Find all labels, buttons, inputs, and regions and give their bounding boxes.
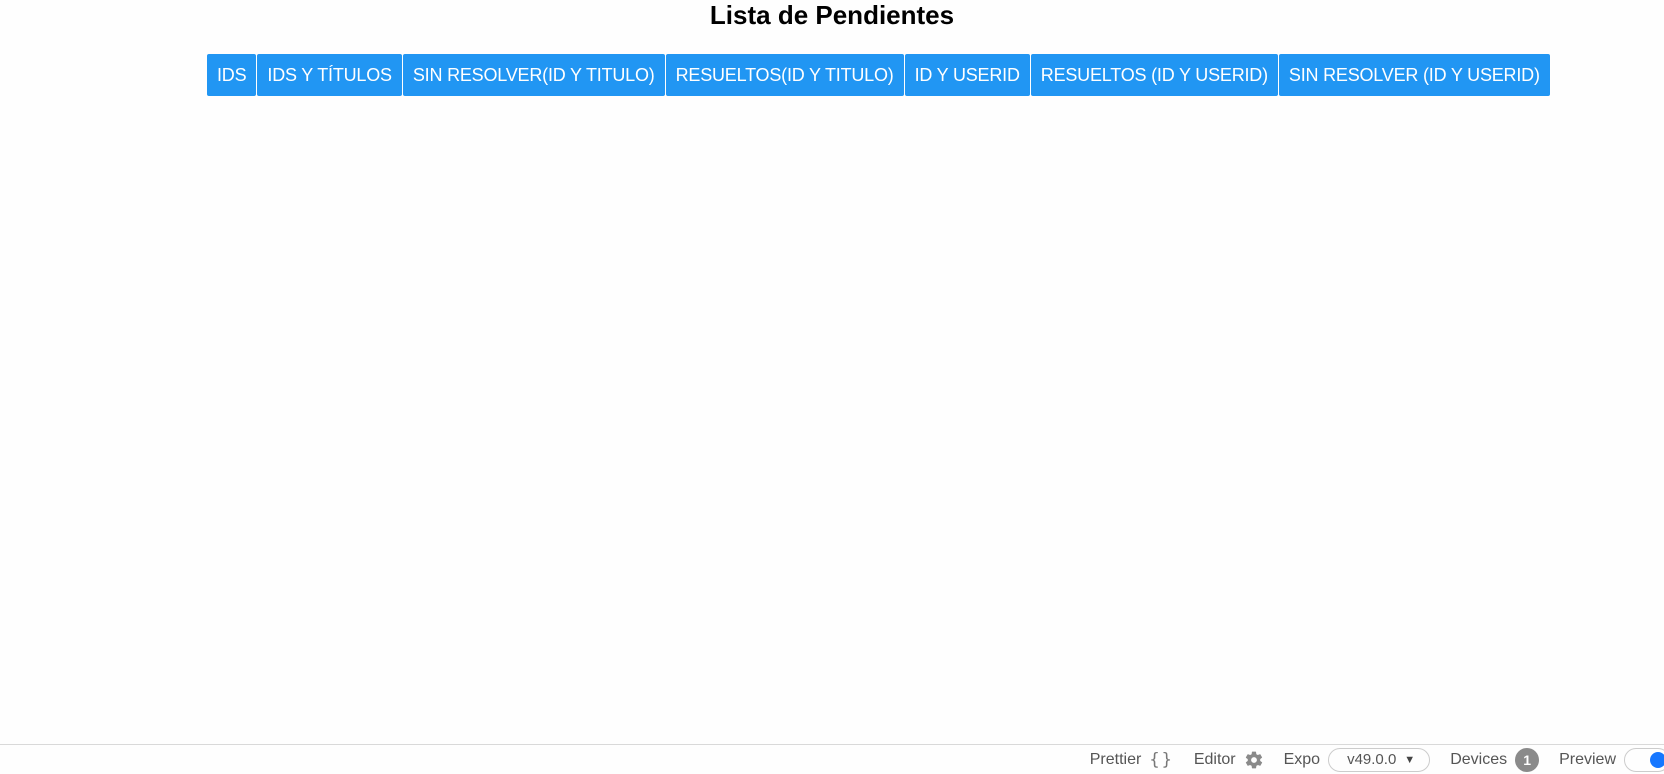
filter-button-row: IDS IDS Y TÍTULOS SIN RESOLVER(ID Y TITU… [207,54,1551,96]
expo-version-select[interactable]: v49.0.0 ▼ [1328,748,1431,772]
unresolved-id-title-button[interactable]: SIN RESOLVER(ID Y TITULO) [402,54,665,96]
preview-label: Preview [1559,751,1616,768]
ids-button[interactable]: IDS [207,54,257,96]
prettier-label: Prettier [1089,751,1142,768]
toggle-knob [1650,752,1664,768]
page-title: Lista de Pendientes [709,0,955,30]
editor-status-bar: Prettier {} Editor Expo v49.0.0 ▼ Device… [0,744,1664,774]
editor-label: Editor [1193,751,1236,768]
expo-version-value: v49.0.0 [1347,751,1397,768]
resolved-id-userid-button[interactable]: RESUELTOS (ID Y USERID) [1030,54,1278,96]
unresolved-id-userid-button[interactable]: SIN RESOLVER (ID Y USERID) [1278,54,1550,96]
devices-control[interactable]: Devices 1 [1450,748,1540,772]
expo-label: Expo [1283,751,1321,768]
caret-down-icon: ▼ [1404,754,1416,766]
editor-settings[interactable]: Editor [1194,750,1264,770]
id-userid-button[interactable]: ID Y USERID [904,54,1030,96]
app-screen: Lista de Pendientes IDS IDS Y TÍTULOS SI… [0,0,1664,774]
preview-toggle[interactable] [1624,748,1664,772]
braces-icon: {} [1149,750,1174,770]
devices-count-badge: 1 [1515,748,1540,772]
gear-icon [1245,751,1262,769]
ids-and-titles-button[interactable]: IDS Y TÍTULOS [257,54,402,96]
expo-version-control: Expo v49.0.0 ▼ [1284,748,1431,772]
devices-label: Devices [1450,751,1508,768]
resolved-id-title-button[interactable]: RESUELTOS(ID Y TITULO) [665,54,904,96]
status-bar-items: Prettier {} Editor Expo v49.0.0 ▼ Device… [1070,745,1664,774]
prettier-toggle[interactable]: Prettier {} [1090,750,1174,770]
preview-control: Preview [1559,748,1664,772]
